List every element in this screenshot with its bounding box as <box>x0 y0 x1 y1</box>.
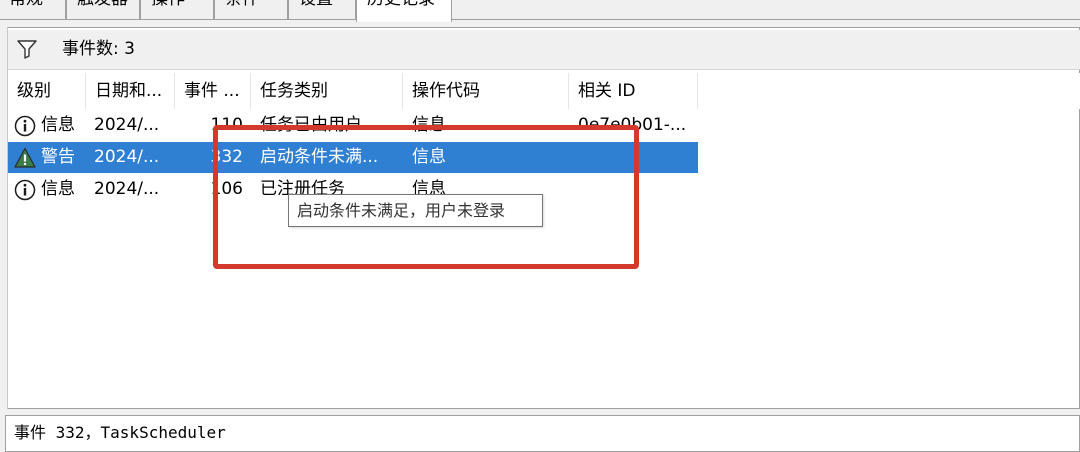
column-header-related-id[interactable]: 相关 ID <box>569 73 698 109</box>
warning-icon <box>14 147 36 168</box>
tab-settings[interactable]: 设置 <box>288 0 356 20</box>
tab-strip: 常规 触发器 操作 条件 设置 历史记录 <box>0 0 1080 22</box>
cell-date: 2024/... <box>94 147 160 167</box>
event-count-label: 事件数: 3 <box>62 39 135 59</box>
cell-level: 警告 <box>41 147 75 167</box>
tab-history[interactable]: 历史记录 <box>356 0 452 22</box>
cell-level: 信息 <box>41 115 75 135</box>
annotation-highlight-box <box>213 125 639 269</box>
column-header-date[interactable]: 日期和... <box>86 73 175 109</box>
history-toolbar: 事件数: 3 <box>8 30 1080 70</box>
tab-general[interactable]: 常规 <box>0 0 66 20</box>
tab-triggers[interactable]: 触发器 <box>66 0 140 20</box>
tab-conditions[interactable]: 条件 <box>214 0 288 20</box>
info-icon <box>14 179 36 201</box>
column-header-category[interactable]: 任务类别 <box>251 73 403 109</box>
event-list-header: 级别 日期和... 事件 ... 任务类别 操作代码 相关 ID <box>8 73 1080 109</box>
cell-date: 2024/... <box>94 115 160 135</box>
column-header-opcode[interactable]: 操作代码 <box>403 73 569 109</box>
cell-level: 信息 <box>41 179 75 199</box>
tab-actions[interactable]: 操作 <box>140 0 214 20</box>
column-header-event[interactable]: 事件 ... <box>175 73 251 109</box>
column-header-level[interactable]: 级别 <box>8 73 86 109</box>
filter-funnel-icon[interactable] <box>16 39 38 59</box>
event-detail-status: 事件 332，TaskScheduler <box>5 415 1080 452</box>
info-icon <box>14 115 36 137</box>
cell-date: 2024/... <box>94 179 160 199</box>
